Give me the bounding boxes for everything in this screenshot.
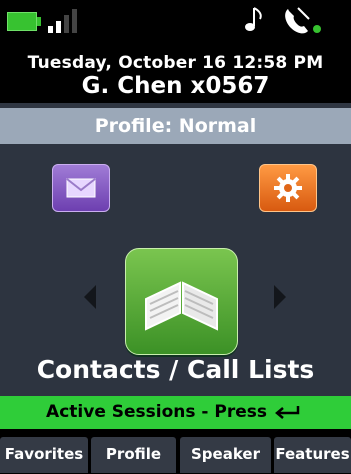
softkey-speaker[interactable]: Speaker	[180, 437, 271, 473]
softkey-favorites[interactable]: Favorites	[0, 437, 88, 473]
status-bar	[0, 0, 351, 45]
softkey-features[interactable]: Features	[274, 437, 351, 473]
softkey-profile[interactable]: Profile	[91, 437, 176, 473]
active-sessions-label: Active Sessions - Press	[46, 402, 268, 422]
softkey-bar: Favorites Profile Speaker Features	[0, 429, 351, 474]
active-sessions-bar[interactable]: Active Sessions - Press	[0, 396, 351, 429]
contacts-app-button[interactable]	[125, 248, 238, 355]
date-time-label: Tuesday, October 16 12:58 PM	[27, 53, 324, 73]
mail-icon	[66, 178, 96, 198]
messages-app-button[interactable]	[52, 164, 110, 212]
profile-label: Profile: Normal	[94, 115, 257, 137]
carousel-left-arrow-icon[interactable]	[84, 285, 96, 309]
enter-icon	[274, 406, 300, 419]
carousel-right-arrow-icon[interactable]	[274, 285, 286, 309]
signal-strength-icon	[48, 9, 77, 33]
music-note-icon	[245, 7, 262, 31]
battery-terminal	[37, 17, 41, 26]
phone-registered-icon	[285, 7, 321, 34]
date-user-header: Tuesday, October 16 12:58 PM G. Chen x05…	[0, 45, 351, 103]
gear-icon	[274, 174, 302, 202]
settings-app-button[interactable]	[259, 164, 317, 212]
user-extension-label: G. Chen x0567	[81, 73, 270, 99]
open-book-icon	[145, 281, 218, 331]
profile-bar: Profile: Normal	[0, 108, 351, 144]
battery-icon	[7, 12, 37, 31]
selected-app-label: Contacts / Call Lists	[36, 355, 315, 384]
